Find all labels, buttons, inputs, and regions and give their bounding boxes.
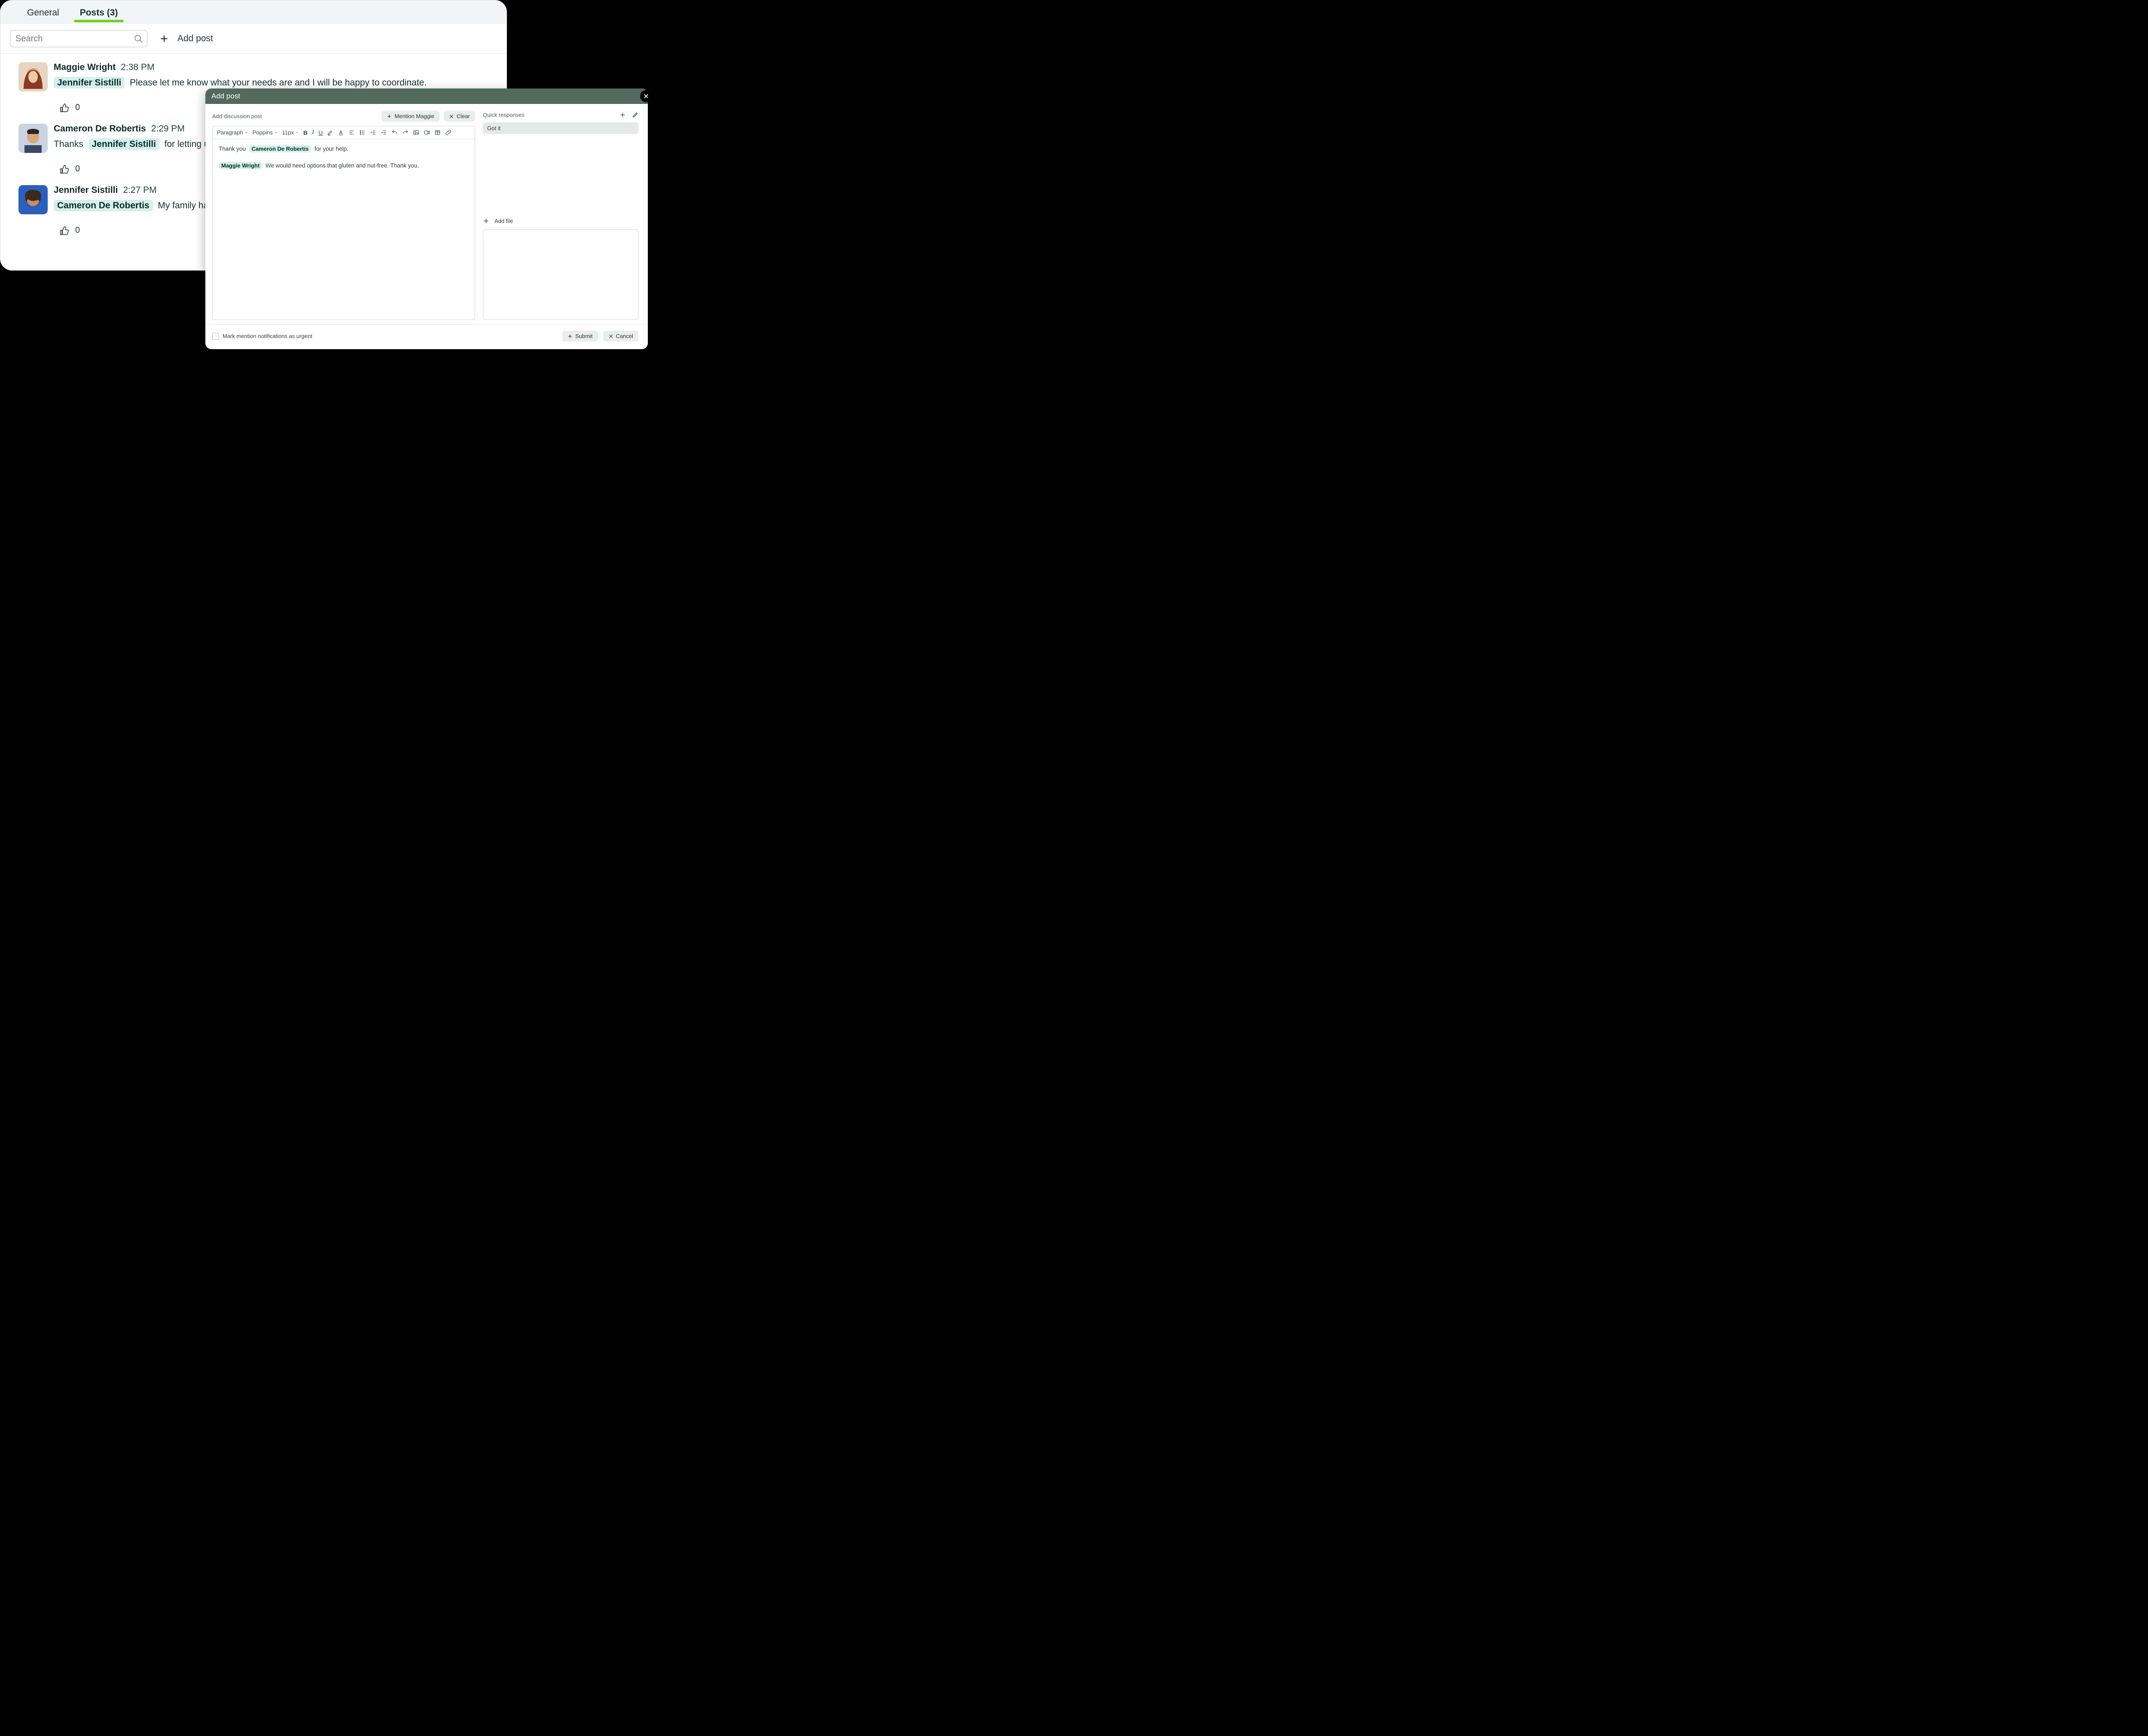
thumbs-up-icon (60, 103, 69, 113)
editor-textarea[interactable]: Thank you Cameron De Robertis for your h… (213, 139, 475, 320)
search-input[interactable] (10, 30, 147, 47)
x-icon (608, 334, 613, 339)
style-select[interactable]: Paragraph (217, 129, 248, 136)
mention[interactable]: Jennifer Sistilli (88, 138, 159, 150)
tabs: General Posts (3) (0, 0, 506, 24)
x-icon (449, 114, 454, 119)
plus-icon (483, 218, 489, 224)
redo-icon[interactable] (402, 129, 409, 136)
cancel-label: Cancel (616, 333, 633, 339)
checkbox-icon (212, 333, 219, 340)
video-icon[interactable] (424, 129, 430, 136)
modal-header: Add post (205, 88, 648, 104)
clear-button[interactable]: Clear (444, 111, 475, 122)
text-color-icon[interactable] (338, 129, 344, 136)
indent-icon[interactable] (381, 129, 387, 136)
align-left-icon[interactable] (348, 129, 355, 136)
like-count: 0 (75, 225, 80, 235)
mention[interactable]: Maggie Wright (219, 162, 262, 169)
plus-icon (387, 114, 392, 119)
avatar[interactable] (18, 124, 48, 153)
outdent-icon[interactable] (370, 129, 376, 136)
edit-quick-response-icon[interactable] (632, 112, 638, 118)
mention[interactable]: Cameron De Robertis (249, 145, 311, 152)
editor-text: We would need options that gluten and nu… (265, 162, 419, 169)
bullet-list-icon[interactable] (359, 129, 366, 136)
submit-button[interactable]: Submit (562, 331, 598, 341)
editor: Paragraph Poppins 11px B I U (212, 126, 475, 320)
chevron-down-icon (274, 131, 278, 134)
add-file-button[interactable]: Add file (483, 218, 638, 224)
search-icon (134, 34, 143, 43)
undo-icon[interactable] (391, 129, 398, 136)
tab-posts[interactable]: Posts (3) (70, 3, 128, 24)
format-toolbar: Paragraph Poppins 11px B I U (213, 126, 475, 139)
chevron-down-icon (295, 131, 299, 134)
urgent-label: Mark mention notifications as urgent (223, 333, 312, 339)
like-count: 0 (75, 103, 80, 113)
post-content: Jennifer Sistilli Please let me know wha… (54, 76, 497, 90)
avatar[interactable] (18, 185, 48, 214)
like-count: 0 (75, 164, 80, 174)
urgent-checkbox[interactable]: Mark mention notifications as urgent (212, 333, 312, 340)
close-button[interactable] (640, 90, 652, 102)
link-icon[interactable] (445, 129, 452, 136)
tab-general[interactable]: General (17, 3, 70, 24)
editor-subtitle: Add discussion post (212, 113, 262, 119)
editor-text: for your help. (314, 146, 348, 152)
add-post-modal: Add post Add discussion post Mention Mag… (205, 88, 648, 349)
search-wrap (10, 30, 147, 47)
modal-footer: Mark mention notifications as urgent Sub… (205, 324, 648, 349)
chevron-down-icon (244, 131, 248, 134)
post-time: 2:27 PM (123, 185, 156, 195)
add-quick-response-icon[interactable] (619, 112, 626, 118)
underline-button[interactable]: U (318, 129, 323, 136)
thumbs-up-icon (60, 164, 69, 174)
thumbs-up-icon (60, 226, 69, 235)
mention[interactable]: Jennifer Sistilli (54, 77, 125, 88)
toolbar: Add post (0, 24, 506, 54)
quick-response-item[interactable]: Got it (483, 122, 638, 134)
post-text: Thanks (54, 139, 83, 149)
post: Maggie Wright 2:38 PM Jennifer Sistilli … (4, 56, 503, 91)
post-author: Maggie Wright (54, 62, 116, 73)
close-icon (643, 93, 649, 99)
post-time: 2:38 PM (121, 62, 154, 73)
file-dropzone[interactable] (483, 229, 638, 320)
mention-button[interactable]: Mention Maggie (381, 111, 439, 122)
font-select[interactable]: Poppins (253, 129, 278, 136)
highlight-icon[interactable] (327, 129, 333, 136)
avatar[interactable] (18, 62, 48, 91)
image-icon[interactable] (413, 129, 419, 136)
mention-button-label: Mention Maggie (394, 113, 434, 119)
editor-text: Thank you (219, 146, 246, 152)
add-post-button[interactable]: Add post (159, 34, 213, 44)
quick-responses-label: Quick responses (483, 112, 525, 118)
post-author: Cameron De Robertis (54, 124, 146, 134)
post-text: My family has (158, 201, 213, 210)
submit-label: Submit (575, 333, 592, 339)
mention[interactable]: Cameron De Robertis (54, 200, 153, 211)
cancel-button[interactable]: Cancel (603, 331, 638, 341)
italic-button[interactable]: I (312, 129, 314, 136)
bold-button[interactable]: B (303, 129, 308, 136)
post-author: Jennifer Sistilli (54, 185, 118, 195)
size-select[interactable]: 11px (282, 129, 299, 136)
post-time: 2:29 PM (151, 124, 185, 134)
clear-button-label: Clear (457, 113, 470, 119)
post-text: Please let me know what your needs are a… (130, 78, 427, 88)
table-icon[interactable] (434, 129, 441, 136)
add-file-label: Add file (494, 218, 513, 224)
plus-icon (159, 34, 169, 43)
plus-icon (568, 334, 573, 339)
modal-title: Add post (211, 92, 240, 101)
add-post-label: Add post (177, 34, 213, 44)
